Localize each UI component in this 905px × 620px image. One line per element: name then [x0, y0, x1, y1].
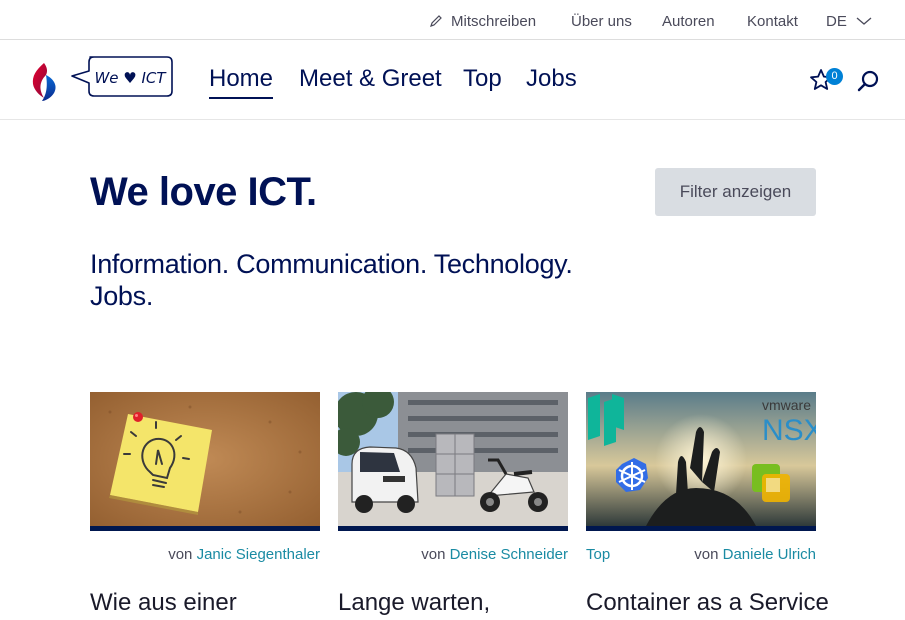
card-title[interactable]: Wie aus einer — [90, 589, 320, 617]
nav-top[interactable]: Top — [463, 65, 502, 93]
nav-meet-and-greet[interactable]: Meet & Greet — [299, 65, 442, 93]
swisscom-logo-icon[interactable] — [30, 62, 60, 102]
author-link[interactable]: Denise Schneider — [450, 546, 568, 563]
write-label: Mitschreiben — [451, 13, 537, 30]
we-love-ict-logo[interactable]: We ♥ ICT — [70, 53, 174, 99]
card-byline: von Denise Schneider — [421, 546, 568, 563]
contact-link[interactable]: Kontakt — [747, 13, 798, 30]
card-meta: Top von Daniele Ulrich — [586, 546, 816, 570]
article-image-containers[interactable]: vmware NSX — [586, 392, 816, 526]
write-link[interactable]: Mitschreiben — [429, 13, 536, 30]
card-accent-line — [586, 526, 816, 531]
utility-bar: Mitschreiben Über uns Autoren Kontakt DE — [0, 0, 905, 40]
card-accent-line — [338, 526, 568, 531]
we-love-ict-text: We ♥ ICT — [94, 69, 167, 87]
by-label: von — [694, 546, 719, 563]
about-link[interactable]: Über uns — [571, 13, 632, 30]
card-meta: von Denise Schneider — [338, 546, 568, 570]
nsx-logo-text: NSX — [762, 414, 816, 447]
author-link[interactable]: Janic Siegenthaler — [197, 546, 320, 563]
article-image-vehicles[interactable] — [338, 392, 568, 526]
card-category-link[interactable]: Top — [586, 546, 610, 563]
card-meta: von Janic Siegenthaler — [90, 546, 320, 570]
language-label: DE — [826, 13, 847, 30]
article-card[interactable]: von Janic Siegenthaler Wie aus einer — [90, 392, 320, 617]
card-title[interactable]: Lange warten, — [338, 589, 568, 617]
main-navigation: We ♥ ICT Home Meet & Greet Top Jobs 0 — [0, 41, 905, 120]
card-byline: von Janic Siegenthaler — [168, 546, 320, 563]
by-label: von — [421, 546, 446, 563]
page-title: We love ICT. — [90, 170, 317, 214]
card-byline: von Daniele Ulrich — [694, 546, 816, 563]
article-image-lightbulb[interactable] — [90, 392, 320, 526]
card-accent-line — [90, 526, 320, 531]
card-title[interactable]: Container as a Service — [586, 589, 829, 617]
nav-home[interactable]: Home — [209, 65, 274, 99]
pencil-icon — [430, 15, 442, 27]
authors-link[interactable]: Autoren — [662, 13, 715, 30]
article-card[interactable]: vmware NSX Top von Daniele Ulrich Contai… — [586, 392, 829, 617]
vmware-logo-text: vmware — [762, 397, 811, 413]
search-icon[interactable] — [857, 70, 879, 92]
filter-button[interactable]: Filter anzeigen — [655, 168, 816, 216]
favorites-count-badge: 0 — [826, 68, 843, 85]
by-label: von — [168, 546, 193, 563]
page-subtitle: Information. Communication. Technology. … — [90, 249, 573, 311]
author-link[interactable]: Daniele Ulrich — [723, 546, 816, 563]
article-card[interactable]: von Denise Schneider Lange warten, — [338, 392, 568, 617]
nav-jobs[interactable]: Jobs — [526, 65, 577, 93]
language-selector[interactable]: DE — [826, 13, 872, 30]
chevron-down-icon — [856, 17, 872, 25]
